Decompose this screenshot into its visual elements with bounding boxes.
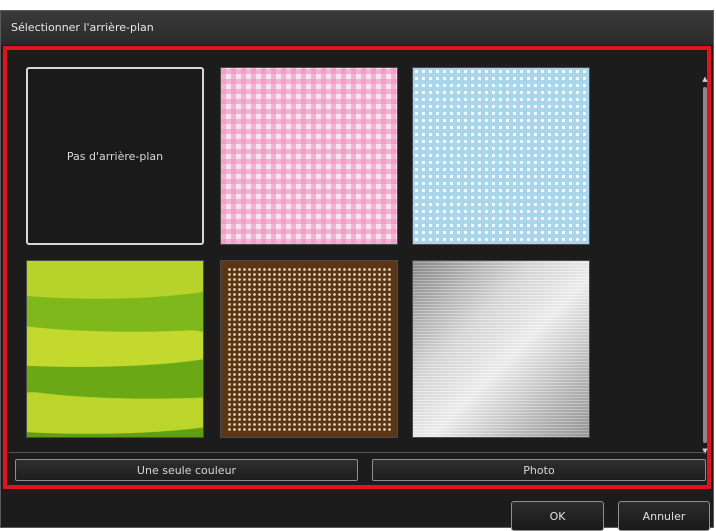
- tile-brown-dots[interactable]: [220, 260, 398, 438]
- scroll-up-icon[interactable]: ▲: [701, 75, 709, 83]
- tile-no-background[interactable]: Pas d'arrière-plan: [26, 67, 204, 245]
- single-color-button[interactable]: Une seule couleur: [15, 459, 358, 481]
- single-color-label: Une seule couleur: [136, 463, 237, 477]
- cancel-label: Annuler: [642, 509, 686, 523]
- vertical-scrollbar[interactable]: ▲ ▼: [701, 75, 709, 455]
- background-select-dialog: Sélectionner l'arrière-plan Pas d'arrièr…: [0, 10, 714, 531]
- scroll-thumb[interactable]: [703, 87, 707, 443]
- cancel-button[interactable]: Annuler: [618, 501, 710, 531]
- tile-green-waves[interactable]: [26, 260, 204, 438]
- tile-no-background-label: Pas d'arrière-plan: [66, 149, 164, 163]
- ok-button[interactable]: OK: [511, 501, 604, 531]
- scroll-down-icon[interactable]: ▼: [701, 447, 709, 455]
- photo-label: Photo: [523, 463, 555, 477]
- tile-pink-gingham[interactable]: [220, 67, 398, 245]
- tile-brushed-silver[interactable]: [412, 260, 590, 438]
- options-divider: [9, 452, 705, 453]
- dialog-title: Sélectionner l'arrière-plan: [1, 11, 713, 45]
- tile-blue-polka-dots[interactable]: [412, 67, 590, 245]
- ok-label: OK: [549, 509, 566, 523]
- photo-button[interactable]: Photo: [372, 459, 706, 481]
